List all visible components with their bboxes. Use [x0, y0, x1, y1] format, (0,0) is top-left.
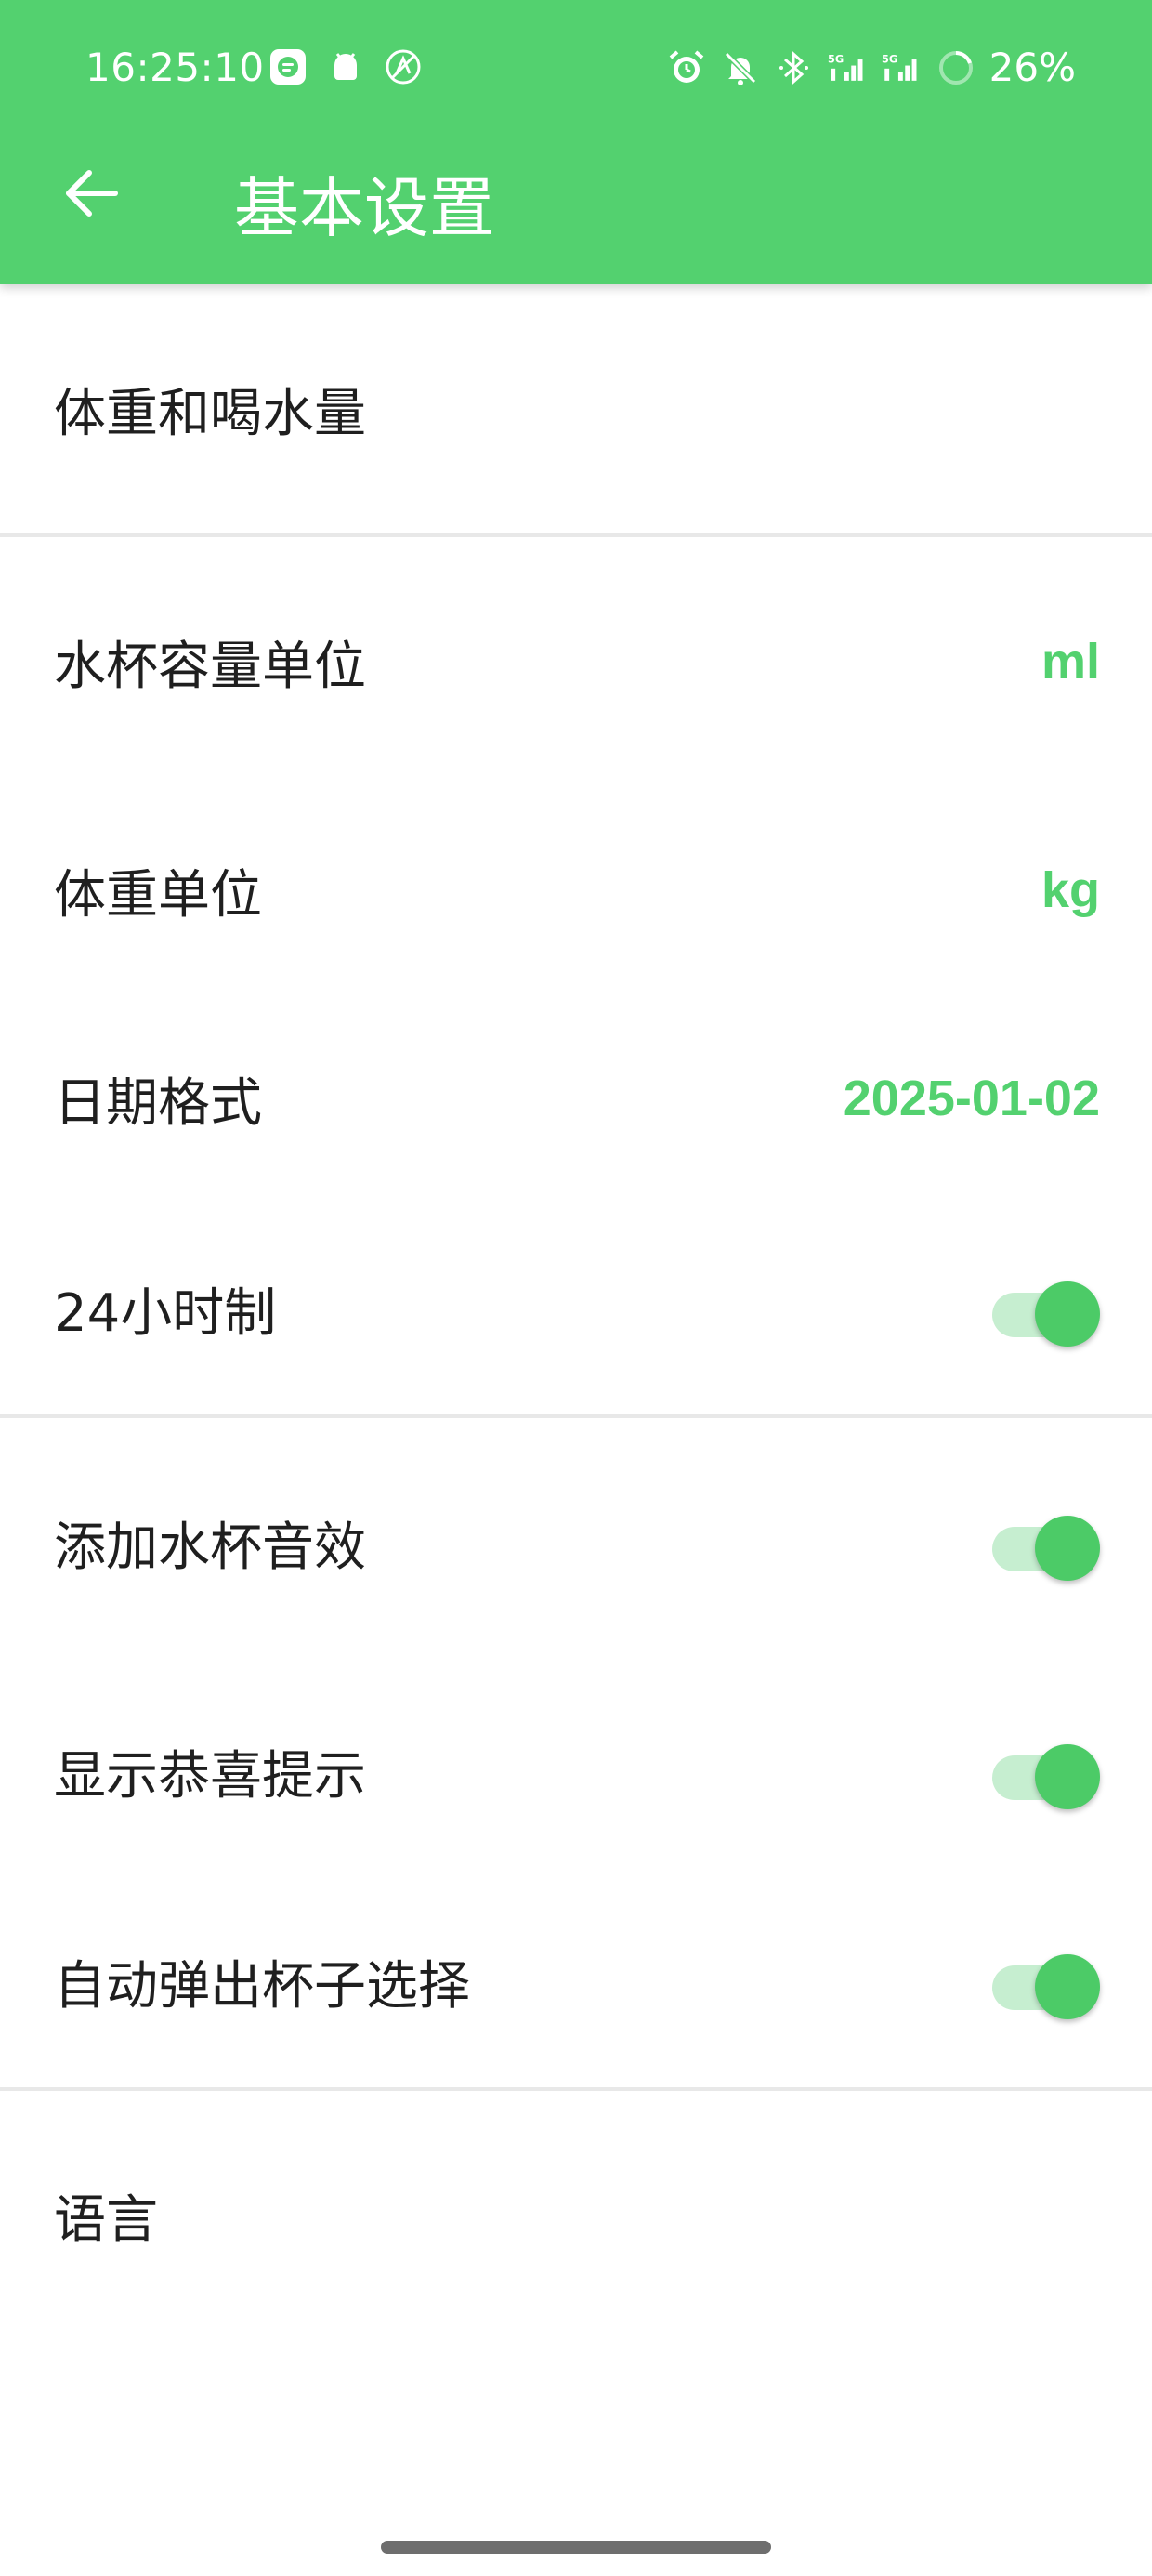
setting-label: 体重单位	[54, 864, 262, 926]
setting-label: 水杯容量单位	[54, 636, 366, 697]
setting-label: 日期格式	[54, 1072, 262, 1134]
setting-value: kg	[1041, 862, 1100, 918]
status-right-icons: 5G 5G 26%	[666, 45, 1076, 90]
arrow-left-icon	[61, 164, 121, 227]
toggle-thumb	[1035, 1281, 1100, 1347]
toggle-24h[interactable]	[992, 1274, 1100, 1347]
battery-ring-icon	[936, 47, 976, 88]
setting-value: 2025-01-02	[843, 1071, 1100, 1126]
setting-label: 添加水杯音效	[54, 1517, 366, 1578]
setting-row-weight-water[interactable]: 体重和喝水量	[0, 284, 1152, 533]
setting-row-date-format[interactable]: 日期格式 2025-01-02	[0, 994, 1152, 1203]
status-time: 16:25:10	[85, 45, 265, 90]
toggle-cup-sound[interactable]	[992, 1508, 1100, 1581]
home-indicator[interactable]	[381, 2541, 771, 2554]
settings-list: 体重和喝水量 水杯容量单位 ml 体重单位 kg 日期格式 2025-01-02…	[0, 284, 1152, 2340]
toggle-congrats[interactable]	[992, 1737, 1100, 1809]
setting-row-weight-unit[interactable]: 体重单位 kg	[0, 786, 1152, 994]
setting-label: 自动弹出杯子选择	[54, 1955, 470, 2017]
toggle-thumb	[1035, 1516, 1100, 1581]
setting-row-auto-cup-select[interactable]: 自动弹出杯子选择	[0, 1875, 1152, 2087]
bluetooth-icon	[774, 47, 815, 88]
android-debug-icon	[325, 46, 366, 87]
setting-row-congrats[interactable]: 显示恭喜提示	[0, 1667, 1152, 1875]
setting-row-cup-unit[interactable]: 水杯容量单位 ml	[0, 537, 1152, 786]
setting-value: ml	[1041, 634, 1100, 690]
signal-5g-icon: 5G	[828, 47, 869, 88]
toggle-thumb	[1035, 1744, 1100, 1809]
svg-text:5G: 5G	[882, 52, 897, 65]
battery-percent: 26%	[988, 45, 1076, 90]
app-bar: 16:25:10 5G 5G 26% 基本设置	[0, 0, 1152, 284]
setting-label: 24小时制	[54, 1282, 277, 1344]
alarm-icon	[666, 47, 707, 88]
setting-label: 体重和喝水量	[54, 383, 366, 444]
setting-row-language[interactable]: 语言	[0, 2091, 1152, 2340]
signal-5g-icon: 5G	[882, 47, 923, 88]
toggle-thumb	[1035, 1954, 1100, 2019]
setting-row-cup-sound[interactable]: 添加水杯音效	[0, 1418, 1152, 1667]
toggle-auto-cup-select[interactable]	[992, 1947, 1100, 2019]
chat-app-icon	[268, 46, 308, 87]
back-button[interactable]	[54, 158, 128, 232]
mute-bell-icon	[720, 47, 761, 88]
setting-row-24h[interactable]: 24小时制	[0, 1203, 1152, 1414]
svg-text:5G: 5G	[828, 52, 844, 65]
status-left-icons	[268, 46, 424, 87]
page-title: 基本设置	[234, 170, 494, 246]
setting-label: 语言	[54, 2189, 158, 2251]
setting-label: 显示恭喜提示	[54, 1745, 366, 1807]
no-location-icon	[383, 46, 424, 87]
